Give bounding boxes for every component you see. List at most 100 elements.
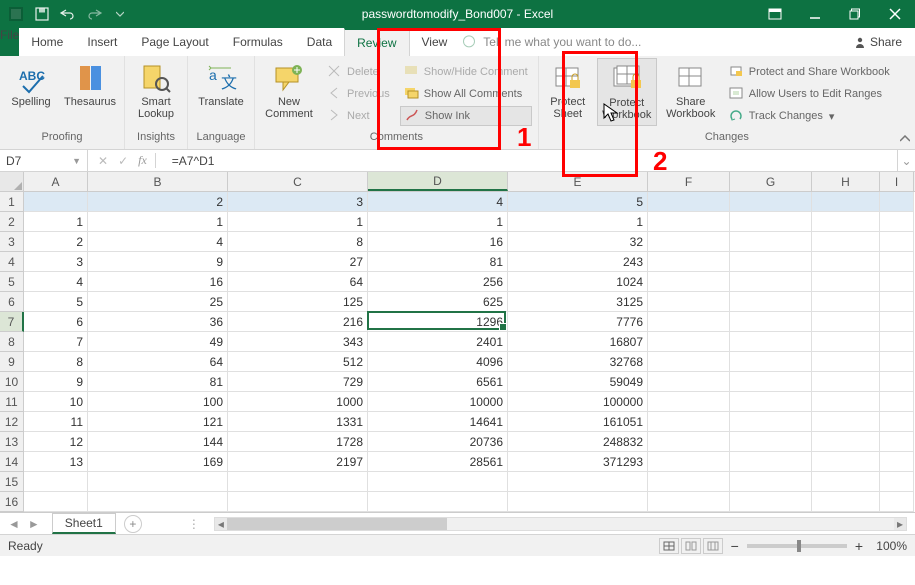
cell[interactable]: 16807: [508, 332, 648, 352]
cell[interactable]: 6: [24, 312, 88, 332]
cell[interactable]: [368, 472, 508, 492]
cell[interactable]: [880, 472, 914, 492]
cell[interactable]: 20736: [368, 432, 508, 452]
cell[interactable]: 248832: [508, 432, 648, 452]
cell[interactable]: [812, 212, 880, 232]
cell[interactable]: 8: [24, 352, 88, 372]
cell[interactable]: [730, 412, 812, 432]
cell[interactable]: 10000: [368, 392, 508, 412]
cell[interactable]: 9: [24, 372, 88, 392]
cell[interactable]: [812, 412, 880, 432]
cell[interactable]: [648, 252, 730, 272]
cell[interactable]: 13: [24, 452, 88, 472]
cell[interactable]: 2197: [228, 452, 368, 472]
cell[interactable]: 9: [88, 252, 228, 272]
protect-sheet-button[interactable]: Protect Sheet: [545, 58, 591, 120]
cell[interactable]: 4: [24, 272, 88, 292]
thesaurus-button[interactable]: Thesaurus: [62, 58, 118, 108]
column-header[interactable]: I: [880, 172, 914, 191]
zoom-in-button[interactable]: +: [855, 538, 863, 554]
column-header[interactable]: H: [812, 172, 880, 191]
cell[interactable]: 2: [24, 232, 88, 252]
cell[interactable]: [880, 392, 914, 412]
column-header[interactable]: B: [88, 172, 228, 191]
cell[interactable]: 161051: [508, 412, 648, 432]
cell[interactable]: 36: [88, 312, 228, 332]
cell[interactable]: 6561: [368, 372, 508, 392]
cancel-icon[interactable]: ✕: [98, 154, 108, 168]
cell[interactable]: 4: [368, 192, 508, 212]
cell[interactable]: 2: [88, 192, 228, 212]
cell[interactable]: [812, 392, 880, 412]
cell[interactable]: 16: [88, 272, 228, 292]
cell[interactable]: [812, 372, 880, 392]
cell[interactable]: 1728: [228, 432, 368, 452]
show-all-comments-button[interactable]: Show All Comments: [400, 84, 532, 104]
cell[interactable]: 81: [88, 372, 228, 392]
cell[interactable]: [648, 412, 730, 432]
cell[interactable]: [88, 472, 228, 492]
cell[interactable]: [730, 432, 812, 452]
cell[interactable]: [880, 292, 914, 312]
cell[interactable]: 371293: [508, 452, 648, 472]
cell[interactable]: [648, 192, 730, 212]
row-header[interactable]: 7: [0, 312, 24, 332]
cell[interactable]: 625: [368, 292, 508, 312]
cell[interactable]: [730, 332, 812, 352]
cell[interactable]: 59049: [508, 372, 648, 392]
cell[interactable]: [508, 472, 648, 492]
tab-home[interactable]: Home: [19, 28, 75, 56]
formula-input[interactable]: =A7^D1: [166, 154, 897, 168]
column-header[interactable]: D: [368, 172, 508, 191]
restore-button[interactable]: [835, 0, 875, 28]
redo-button[interactable]: [82, 3, 106, 25]
row-header[interactable]: 15: [0, 472, 24, 492]
cell[interactable]: 1331: [228, 412, 368, 432]
cell[interactable]: 1000: [228, 392, 368, 412]
qat-customize-icon[interactable]: [108, 3, 132, 25]
name-box[interactable]: D7 ▼: [0, 150, 88, 171]
normal-view-button[interactable]: [659, 538, 679, 554]
cell[interactable]: [730, 472, 812, 492]
cell[interactable]: [880, 332, 914, 352]
row-header[interactable]: 8: [0, 332, 24, 352]
sheet-tab[interactable]: Sheet1: [52, 513, 116, 534]
page-break-view-button[interactable]: [703, 538, 723, 554]
cell[interactable]: 243: [508, 252, 648, 272]
cell[interactable]: 2401: [368, 332, 508, 352]
cell[interactable]: [730, 272, 812, 292]
cell[interactable]: 49: [88, 332, 228, 352]
tell-me-search[interactable]: Tell me what you want to do...: [459, 28, 653, 56]
cell[interactable]: [812, 352, 880, 372]
row-header[interactable]: 9: [0, 352, 24, 372]
select-all-button[interactable]: [0, 172, 24, 191]
cell[interactable]: [648, 452, 730, 472]
cell[interactable]: 25: [88, 292, 228, 312]
cell[interactable]: 12: [24, 432, 88, 452]
cell[interactable]: 32: [508, 232, 648, 252]
row-header[interactable]: 11: [0, 392, 24, 412]
cell[interactable]: [648, 232, 730, 252]
row-header[interactable]: 1: [0, 192, 24, 212]
protect-workbook-button[interactable]: Protect Workbook: [597, 58, 657, 126]
cell[interactable]: 3125: [508, 292, 648, 312]
cell[interactable]: [730, 212, 812, 232]
allow-users-edit-button[interactable]: Allow Users to Edit Ranges: [725, 84, 894, 104]
cell[interactable]: [24, 192, 88, 212]
cell[interactable]: [730, 312, 812, 332]
tab-review[interactable]: Review: [344, 28, 409, 56]
row-header[interactable]: 2: [0, 212, 24, 232]
cell[interactable]: 3: [24, 252, 88, 272]
cell[interactable]: 7776: [508, 312, 648, 332]
page-layout-view-button[interactable]: [681, 538, 701, 554]
cell[interactable]: [648, 492, 730, 512]
collapse-ribbon-icon[interactable]: [897, 131, 913, 147]
cell[interactable]: [880, 352, 914, 372]
cell[interactable]: [812, 452, 880, 472]
cell[interactable]: [648, 292, 730, 312]
cell[interactable]: 32768: [508, 352, 648, 372]
cell[interactable]: 14641: [368, 412, 508, 432]
cell[interactable]: [880, 452, 914, 472]
cell[interactable]: [880, 492, 914, 512]
cell[interactable]: [368, 492, 508, 512]
